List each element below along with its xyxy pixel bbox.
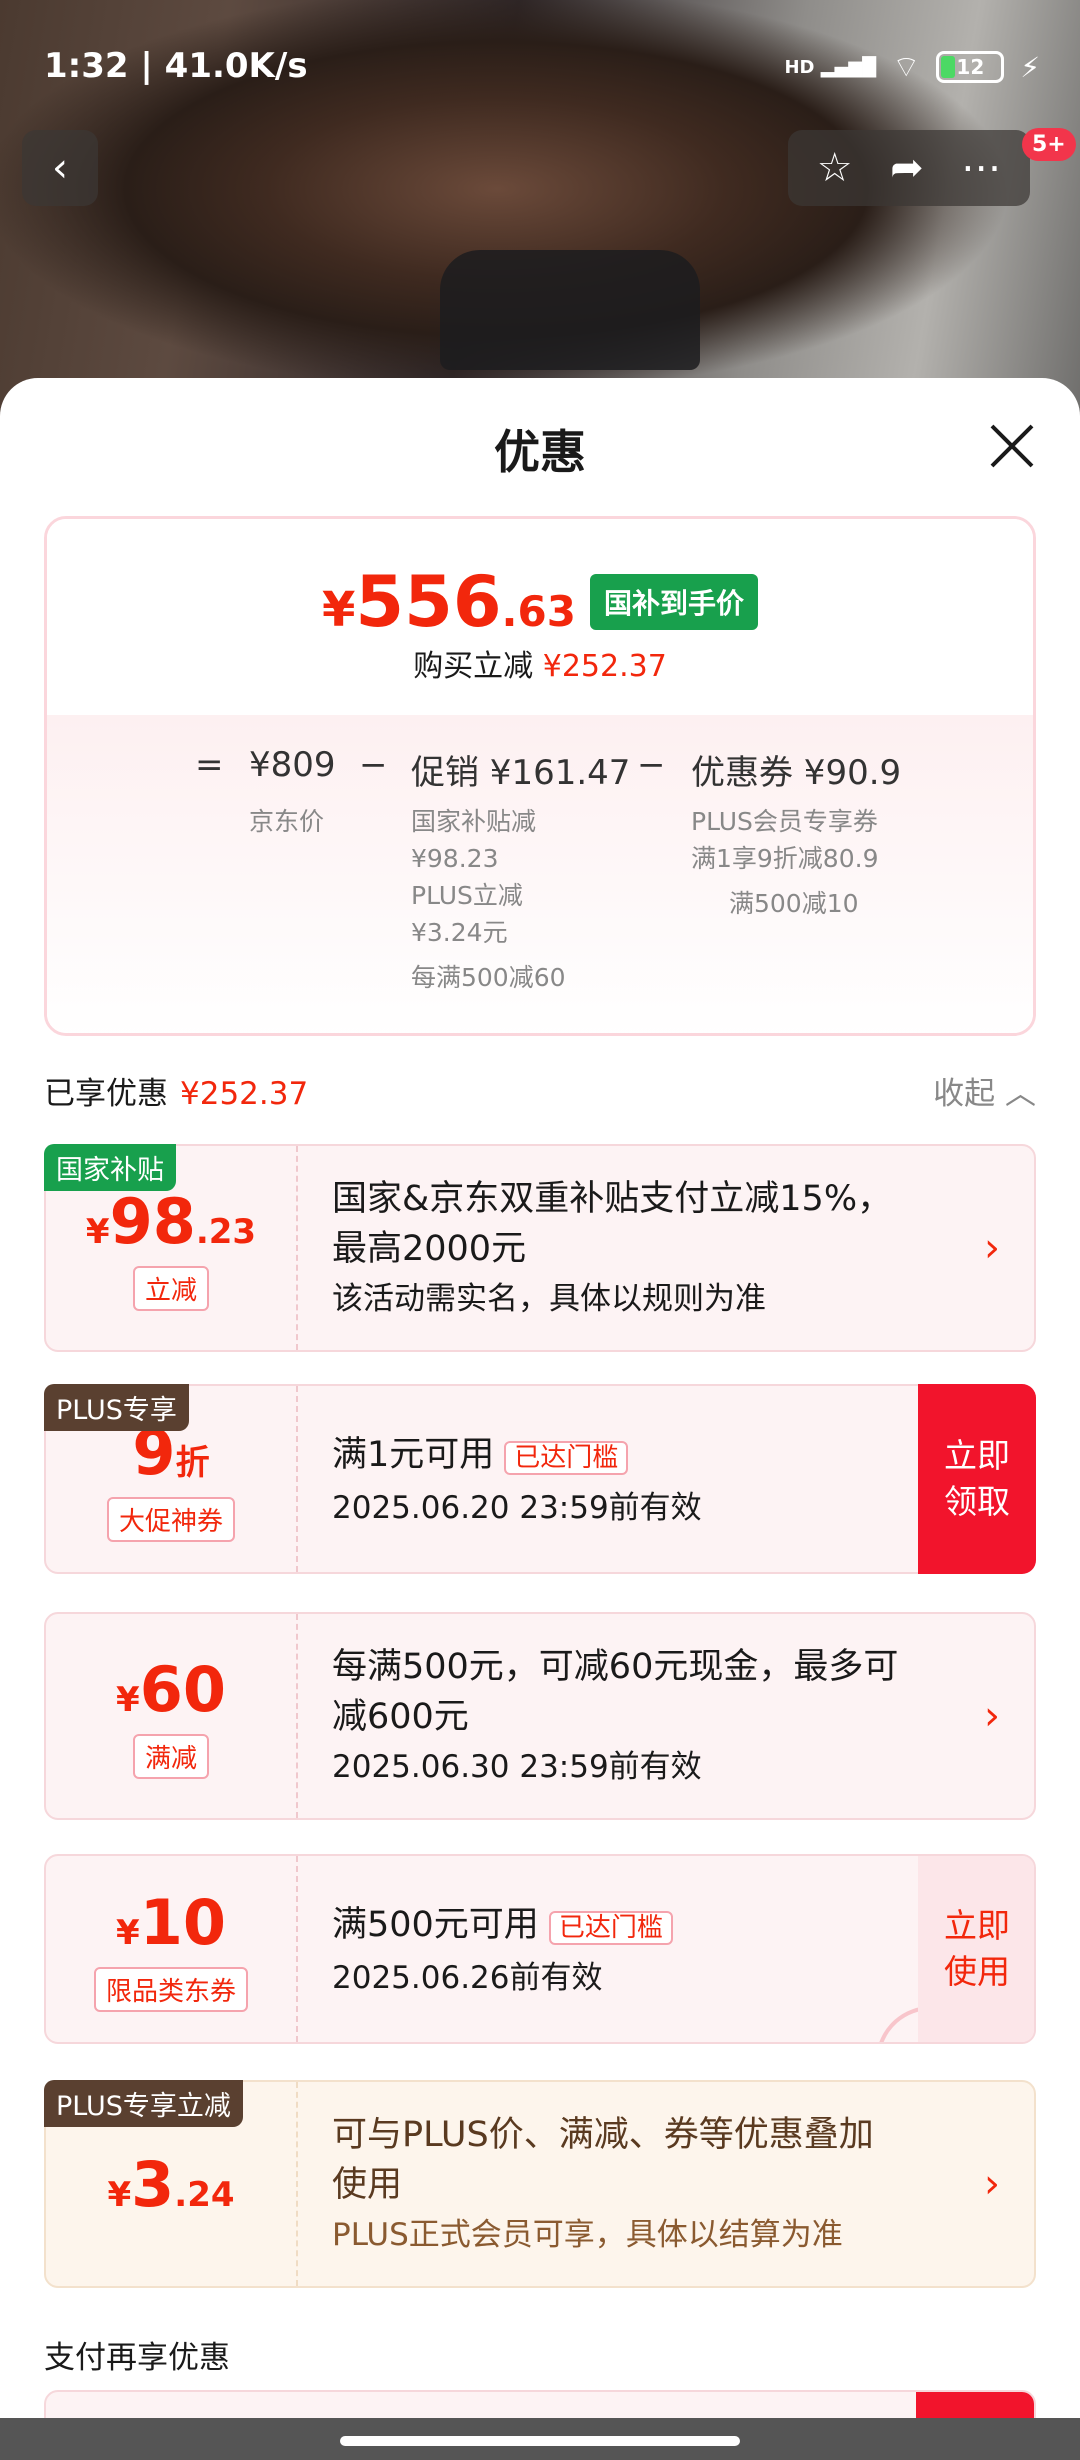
subsidy-tag: 国家补贴 [44, 1144, 176, 1191]
battery-level: 12 [956, 55, 985, 79]
category-coupon-card: ¥10 限品类东券 满500元可用已达门槛 2025.06.26前有效 已领 立… [44, 1854, 1036, 2044]
use-button[interactable]: 立即使用 [918, 1856, 1034, 2042]
pay-more-heading: 支付再享优惠 [44, 2340, 230, 2376]
full-reduction-card[interactable]: ¥60 满减 每满500元，可减60元现金，最多可 减600元 2025.06.… [44, 1612, 1036, 1820]
back-icon: ‹ [52, 145, 68, 191]
promo-total: 促销 ¥161.47 [411, 753, 631, 793]
equals-sign: = [195, 745, 224, 785]
minus-sign-2: − [637, 745, 666, 785]
enjoyed-discount: 已享优惠 ¥252.37 [44, 1076, 309, 1112]
threshold-reached-badge: 已达门槛 [548, 1911, 673, 1945]
home-indicator[interactable] [340, 2436, 740, 2446]
battery-icon: 12 [936, 51, 1005, 83]
status-time: 1:32 | 41.0K/s [44, 46, 308, 86]
collapse-button[interactable]: 收起 ︿ [933, 1068, 1036, 1113]
discount-sheet: 优惠 ¥556.63 国补到手价 购买立减 ¥252.37 = ¥809 京东价… [0, 378, 1080, 2460]
subsidy-card[interactable]: ¥98.23 立减 国家补贴 国家&京东双重补贴支付立减15%， 最高2000元… [44, 1144, 1036, 1352]
subsidy-price-tag: 国补到手价 [589, 574, 758, 630]
coupon-breakdown: PLUS会员专享券 满1享9折减80.9 满500减10 [691, 807, 879, 918]
wifi-icon: ⌔ [892, 50, 921, 85]
plus-tag: PLUS专享 [44, 1384, 189, 1431]
back-button[interactable]: ‹ [22, 130, 98, 206]
plus-reduction-tag: PLUS专享立减 [44, 2080, 243, 2127]
claim-button[interactable]: 立即领取 [918, 1384, 1036, 1574]
promo-breakdown: 国家补贴减 ¥98.23 PLUS立减 ¥3.24元 每满500减60 [411, 807, 566, 992]
plus-coupon-card: 9折 大促神券 PLUS专享 满1元可用 已达门槛 2025.06.20 23:5… [44, 1384, 1036, 1574]
share-icon[interactable]: ➦ [890, 145, 924, 191]
home-indicator-bar [0, 2418, 1080, 2460]
signal-icon: HD ▂▄▆█ [784, 56, 877, 78]
minus-sign: − [359, 745, 388, 785]
message-badge: 5+ [1022, 128, 1076, 161]
status-bar: 1:32 | 41.0K/s HD ▂▄▆█ ⌔ 12 ⚡ [0, 0, 1080, 130]
jd-price-label: 京东价 [249, 807, 325, 836]
more-icon[interactable]: ⋯ [961, 145, 1001, 191]
price-summary: ¥556.63 国补到手价 购买立减 ¥252.37 = ¥809 京东价 − … [44, 516, 1036, 1036]
final-price: ¥556.63 [322, 561, 576, 643]
close-icon[interactable] [984, 418, 1040, 474]
sheet-title: 优惠 [494, 425, 586, 479]
coupon-total: 优惠券 ¥90.9 [691, 753, 902, 793]
hd-label: HD [784, 56, 815, 78]
save-line: 购买立减 ¥252.37 [413, 649, 667, 684]
star-icon[interactable]: ☆ [817, 145, 853, 191]
chevron-right-icon[interactable]: › [984, 2161, 1000, 2207]
plus-reduction-card[interactable]: ¥3.24 PLUS专享立减 可与PLUS价、满减、券等优惠叠加 使用 PLUS… [44, 2080, 1036, 2288]
chevron-up-icon: ︿ [1005, 1076, 1036, 1112]
top-actions: ☆ ➦ ⋯ [788, 130, 1030, 206]
jd-price: ¥809 [249, 745, 336, 785]
chevron-right-icon[interactable]: › [984, 1225, 1000, 1271]
charging-icon: ⚡ [1020, 50, 1040, 84]
threshold-reached-badge: 已达门槛 [504, 1441, 629, 1475]
chevron-right-icon[interactable]: › [984, 1693, 1000, 1739]
